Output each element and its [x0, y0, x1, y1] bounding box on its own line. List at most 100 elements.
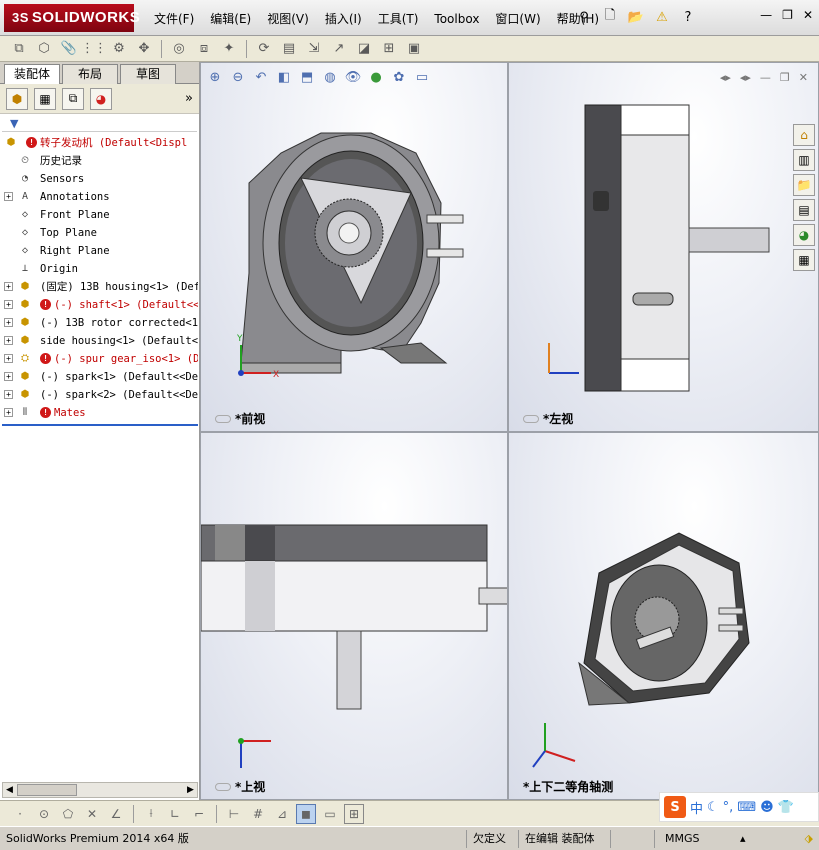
tree-item[interactable]: + ⬢ side housing<1> (Default<<	[2, 332, 198, 350]
expand-toggle-icon[interactable]: +	[4, 318, 13, 327]
design-library-icon[interactable]: ▥	[793, 149, 815, 171]
tree-item[interactable]: ◇ Front Plane	[2, 206, 198, 224]
point-icon[interactable]: ·	[10, 804, 30, 824]
new-document-icon[interactable]: 🗋	[600, 7, 620, 27]
ime-skin-icon[interactable]: 👕	[778, 800, 794, 815]
view-palette-icon[interactable]: ▤	[793, 199, 815, 221]
relation-icon[interactable]: ⊿	[272, 804, 292, 824]
help-icon[interactable]: ?	[678, 7, 698, 27]
menu-insert[interactable]: 插入(I)	[317, 10, 370, 28]
mate-icon[interactable]: 📎	[58, 39, 80, 59]
tree-item[interactable]: + ⫴! Mates	[2, 404, 198, 422]
file-explorer-icon[interactable]: 📁	[793, 174, 815, 196]
expand-toggle-icon[interactable]: +	[4, 300, 13, 309]
tree-item[interactable]: + ⛭! (-) spur gear_iso<1> (D	[2, 350, 198, 368]
bill-of-materials-icon[interactable]: ▤	[278, 39, 300, 59]
link-views-icon[interactable]	[523, 414, 539, 423]
horizontal-scrollbar[interactable]: ◀ ▶	[2, 782, 198, 798]
expand-toggle-icon[interactable]: +	[4, 336, 13, 345]
new-motion-study-icon[interactable]: ⟳	[253, 39, 275, 59]
custom-properties-icon[interactable]: ▦	[793, 249, 815, 271]
ime-keyboard-icon[interactable]: ⌨	[737, 800, 756, 815]
interference-detection-icon[interactable]: ◪	[353, 39, 375, 59]
viewport-isometric[interactable]: *上下二等角轴测	[508, 432, 819, 800]
grid-icon[interactable]: #	[248, 804, 268, 824]
tree-item[interactable]: + A Annotations	[2, 188, 198, 206]
restore-icon[interactable]: ❐	[782, 8, 793, 22]
ime-punctuation-icon[interactable]: °,	[723, 800, 734, 815]
tree-item[interactable]: ⊥ Origin	[2, 260, 198, 278]
line-icon[interactable]: ∠	[106, 804, 126, 824]
filter-icon[interactable]: ▼	[10, 117, 18, 130]
polygon-icon[interactable]: ⬠	[58, 804, 78, 824]
tree-item[interactable]: ◇ Top Plane	[2, 224, 198, 242]
viewport-top[interactable]: *上视	[200, 432, 508, 800]
exploded-view-icon[interactable]: ⇲	[303, 39, 325, 59]
show-hidden-icon[interactable]: ◎	[168, 39, 190, 59]
feature-manager-icon[interactable]: ⬢	[6, 87, 28, 110]
ime-user-icon[interactable]: ☻	[760, 800, 774, 815]
convert-entities-icon[interactable]: ⌐	[189, 804, 209, 824]
tree-item[interactable]: + ⬢ (固定) 13B housing<1> (Def	[2, 278, 198, 296]
tree-item[interactable]: ◔ Sensors	[2, 170, 198, 188]
shaded-view-icon[interactable]: ◼	[296, 803, 316, 824]
solidworks-logo[interactable]: 3S SOLIDWORKS	[4, 4, 140, 32]
instant3d-icon[interactable]: ▣	[403, 39, 425, 59]
circle-icon[interactable]: ⊙	[34, 804, 54, 824]
reference-geometry-icon[interactable]: ✦	[218, 39, 240, 59]
tree-item[interactable]: + ⬢! (-) shaft<1> (Default<<	[2, 296, 198, 314]
configuration-manager-icon[interactable]: ⧉	[62, 87, 84, 110]
viewport-left[interactable]: ◂▸ ◂▸ — ❐ ✕ *左视	[508, 62, 819, 432]
smart-fasteners-icon[interactable]: ⚙	[108, 39, 130, 59]
new-part-icon[interactable]: ⬡	[33, 39, 55, 59]
expand-toggle-icon[interactable]: +	[4, 372, 13, 381]
move-component-icon[interactable]: ✥	[133, 39, 155, 59]
ime-moon-icon[interactable]: ☾	[707, 800, 719, 815]
rebuild-warning-icon[interactable]: ⚠	[652, 7, 672, 27]
sogou-ime-logo[interactable]: S	[664, 796, 686, 818]
viewport-front[interactable]: ⊕ ⊖ ↶ ◧ ⬒ ◍ 👁 ● ✿ ▭ X Y *前视	[200, 62, 508, 432]
tab-layout[interactable]: 布局	[62, 64, 118, 84]
tree-item[interactable]: + ⬢ (-) spark<2> (Default<<Def	[2, 386, 198, 404]
scroll-right-icon[interactable]: ▶	[184, 783, 197, 797]
scroll-left-icon[interactable]: ◀	[3, 783, 16, 797]
offset-icon[interactable]: ∟	[165, 804, 185, 824]
explode-line-sketch-icon[interactable]: ↗	[328, 39, 350, 59]
trim-icon[interactable]: ✕	[82, 804, 102, 824]
status-units[interactable]: MMGS	[654, 829, 734, 848]
clearance-verification-icon[interactable]: ⊞	[378, 39, 400, 59]
expand-toggle-icon[interactable]: +	[4, 408, 13, 417]
open-folder-icon[interactable]: 📂	[626, 7, 646, 27]
close-icon[interactable]: ✕	[803, 8, 813, 22]
solidworks-resources-icon[interactable]: ⌂	[793, 124, 815, 146]
tab-assembly[interactable]: 装配体	[4, 64, 60, 84]
single-view-icon[interactable]: ▭	[320, 804, 340, 824]
expand-toggle-icon[interactable]: +	[4, 192, 13, 201]
linear-pattern-icon[interactable]: ⋮⋮	[81, 39, 107, 59]
tree-item[interactable]: ⬢! 转子发动机 (Default<Displ	[2, 134, 198, 152]
assembly-features-icon[interactable]: ⧈	[193, 39, 215, 59]
menu-tools[interactable]: 工具(T)	[370, 10, 427, 28]
tree-item[interactable]: + ⬢ (-) spark<1> (Default<<Def	[2, 368, 198, 386]
tab-sketch[interactable]: 草图	[120, 64, 176, 84]
four-view-icon[interactable]: ⊞	[344, 803, 364, 824]
minimize-icon[interactable]: —	[760, 8, 772, 22]
dimension-icon[interactable]: ⊢	[224, 804, 244, 824]
insert-component-icon[interactable]: ⧉	[8, 39, 30, 59]
tree-item[interactable]: + ⬢ (-) 13B rotor corrected<1>	[2, 314, 198, 332]
expand-toggle-icon[interactable]: +	[4, 390, 13, 399]
display-manager-icon[interactable]: ◕	[90, 87, 112, 110]
mirror-icon[interactable]: ⟊	[141, 804, 161, 824]
appearances-icon[interactable]: ◕	[793, 224, 815, 246]
menu-file[interactable]: 文件(F)	[146, 10, 202, 28]
scrollbar-thumb[interactable]	[17, 784, 77, 796]
rebuild-tag-icon[interactable]: ⬗	[799, 830, 819, 848]
expand-toggle-icon[interactable]: +	[4, 282, 13, 291]
link-views-icon[interactable]	[215, 414, 231, 423]
units-menu-icon[interactable]: ▴	[734, 830, 754, 848]
menu-view[interactable]: 视图(V)	[259, 10, 317, 28]
ime-mode[interactable]: 中	[690, 798, 703, 817]
property-manager-icon[interactable]: ▦	[34, 87, 56, 110]
tree-item[interactable]: ◇ Right Plane	[2, 242, 198, 260]
menu-window[interactable]: 窗口(W)	[487, 10, 548, 28]
